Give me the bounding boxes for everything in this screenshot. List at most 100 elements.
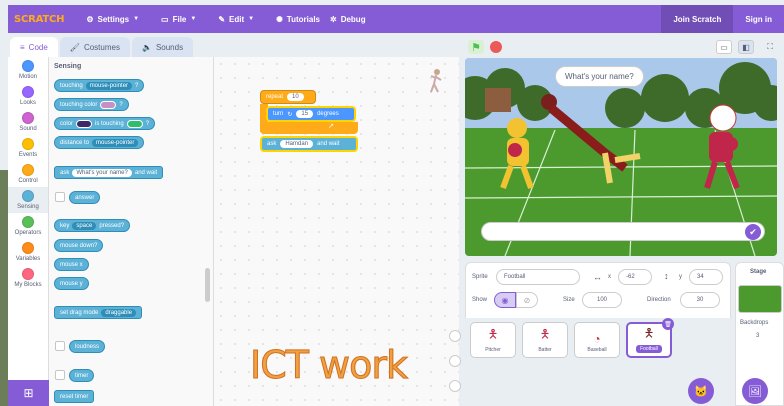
checkbox[interactable] [55, 341, 65, 351]
green-flag-button[interactable]: ⚑ [468, 40, 484, 54]
fullscreen-button[interactable]: ⛶ [762, 40, 778, 54]
sign-in-button[interactable]: Sign in [733, 5, 784, 33]
category-label: My Blocks [14, 282, 42, 288]
block-text: key [60, 222, 70, 229]
block-dropdown[interactable]: mouse-pointer [85, 81, 133, 90]
category-sensing[interactable]: Sensing [8, 187, 48, 213]
sprite-thumb-label: Batter [538, 347, 552, 353]
sprite-thumb-pitcher[interactable]: 🯅 Pitcher [470, 322, 516, 358]
stage-title: Stage [750, 269, 767, 275]
choose-backdrop-button[interactable]: 🖼 [742, 378, 768, 404]
x-input[interactable]: -62 [618, 269, 652, 285]
add-extension-button[interactable]: ⊞ [8, 380, 49, 406]
block-reset-timer[interactable]: reset timer [54, 390, 95, 403]
sprite-thumb-label: Football [636, 345, 662, 353]
category-operators[interactable]: Operators [8, 213, 48, 239]
category-sound[interactable]: Sound [8, 109, 48, 135]
size-input[interactable]: 100 [582, 292, 622, 308]
small-stage-button[interactable]: ▭ [716, 40, 732, 54]
block-mouse-down[interactable]: mouse down? [54, 239, 104, 252]
zoom-out-button[interactable] [449, 355, 461, 367]
direction-input[interactable]: 30 [680, 292, 720, 308]
palette-scrollbar[interactable] [205, 268, 210, 302]
block-input[interactable]: What's your name? [72, 168, 132, 177]
checkbox[interactable] [55, 192, 65, 202]
hide-sprite-toggle[interactable]: ⊘ [516, 292, 538, 308]
color-swatch[interactable] [126, 119, 143, 128]
y-axis-icon: ↕ [664, 271, 669, 281]
block-input[interactable]: 10 [287, 93, 304, 101]
block-mouse-y[interactable]: mouse y [54, 277, 89, 290]
trash-icon: 🗑 [664, 321, 672, 328]
color-swatch[interactable] [100, 100, 117, 109]
block-input[interactable]: Hamdan [280, 140, 314, 148]
scratch-logo[interactable]: SCRATCH [14, 14, 65, 25]
ask-answer-input[interactable] [481, 222, 765, 241]
block-touching-color[interactable]: touching color ? [54, 98, 129, 111]
block-text: repeat [266, 94, 284, 100]
join-scratch-button[interactable]: Join Scratch [661, 5, 734, 33]
block-touching[interactable]: touching mouse-pointer ? [54, 79, 145, 92]
block-distance-to[interactable]: distance to mouse-pointer [54, 136, 145, 149]
block-ask-and-wait[interactable]: ask Hamdan and wait [260, 136, 358, 152]
checkbox[interactable] [55, 370, 65, 380]
block-dropdown[interactable]: draggable [101, 308, 137, 317]
block-dropdown[interactable]: mouse-pointer [92, 138, 139, 147]
baseball-sprite[interactable] [709, 104, 737, 132]
category-looks[interactable]: Looks [8, 83, 48, 109]
block-dropdown[interactable]: space [72, 221, 97, 230]
delete-sprite-button[interactable]: 🗑 [662, 318, 674, 330]
block-answer[interactable]: answer [69, 191, 101, 204]
category-variables[interactable]: Variables [8, 239, 48, 265]
submit-answer-button[interactable]: ✔ [745, 224, 761, 240]
pencil-icon: ✎ [218, 14, 226, 24]
category-my-blocks[interactable]: My Blocks [8, 265, 48, 291]
small-stage-icon: ▭ [720, 42, 728, 52]
block-timer[interactable]: timer [69, 369, 95, 382]
block-set-drag-mode[interactable]: set drag mode draggable [54, 306, 143, 319]
normal-stage-button[interactable]: ◧ [738, 40, 754, 54]
block-color-touching[interactable]: color is touching ? [54, 117, 156, 130]
stop-button[interactable] [490, 41, 502, 53]
tab-sounds[interactable]: 🔈 Sounds [131, 37, 194, 57]
rotate-right-icon: ↻ [287, 111, 293, 118]
scratch-editor: SCRATCH ⚙ Settings ▼ ▭ File ▼ ✎ Edit ▼ ✺… [0, 0, 784, 406]
tab-code[interactable]: ≡ Code [10, 37, 58, 57]
block-turn[interactable]: turn ↻ 15 degrees [266, 106, 356, 122]
edit-menu[interactable]: ✎ Edit ▼ [218, 15, 254, 24]
block-key-pressed[interactable]: key space pressed? [54, 219, 131, 232]
baseball-icon: ◔ [593, 332, 601, 346]
sprite-thumb-batter[interactable]: 🯅 Batter [522, 322, 568, 358]
x-label: x [608, 274, 611, 280]
block-repeat[interactable]: repeat 10 [260, 90, 316, 104]
choose-sprite-button[interactable]: 🐱 [688, 378, 714, 404]
block-input[interactable]: 15 [296, 110, 314, 118]
category-motion[interactable]: Motion [8, 57, 48, 83]
zoom-reset-button[interactable] [449, 380, 461, 392]
block-mouse-x[interactable]: mouse x [54, 258, 89, 271]
block-ask[interactable]: ask What's your name? and wait [54, 166, 164, 179]
size-label: Size [563, 297, 575, 303]
tab-costumes-label: Costumes [83, 42, 120, 52]
y-input[interactable]: 34 [689, 269, 723, 285]
zoom-in-button[interactable] [449, 330, 461, 342]
file-menu[interactable]: ▭ File ▼ [161, 15, 196, 24]
tutorials-button[interactable]: ✺ Tutorials [276, 15, 320, 24]
color-swatch[interactable] [76, 119, 93, 128]
category-dot-icon [22, 112, 34, 124]
settings-menu[interactable]: ⚙ Settings ▼ [86, 15, 139, 24]
sprite-name-input[interactable]: Football [496, 269, 580, 285]
sprite-thumb-label: Baseball [587, 347, 607, 353]
category-events[interactable]: Events [8, 135, 48, 161]
file-label: File [172, 14, 187, 24]
tab-costumes[interactable]: 🖌 Costumes [59, 37, 130, 57]
backdrop-thumbnail[interactable] [738, 285, 782, 313]
sprite-thumb-baseball[interactable]: ◔ Baseball [574, 322, 620, 358]
show-sprite-toggle[interactable]: ◉ [494, 292, 516, 308]
block-loudness[interactable]: loudness [69, 340, 106, 353]
block-text: mouse down? [60, 242, 98, 249]
category-dot-icon [22, 190, 34, 202]
category-control[interactable]: Control [8, 161, 48, 187]
block-text: turn [273, 111, 284, 117]
debug-button[interactable]: ✲ Debug [330, 15, 366, 24]
